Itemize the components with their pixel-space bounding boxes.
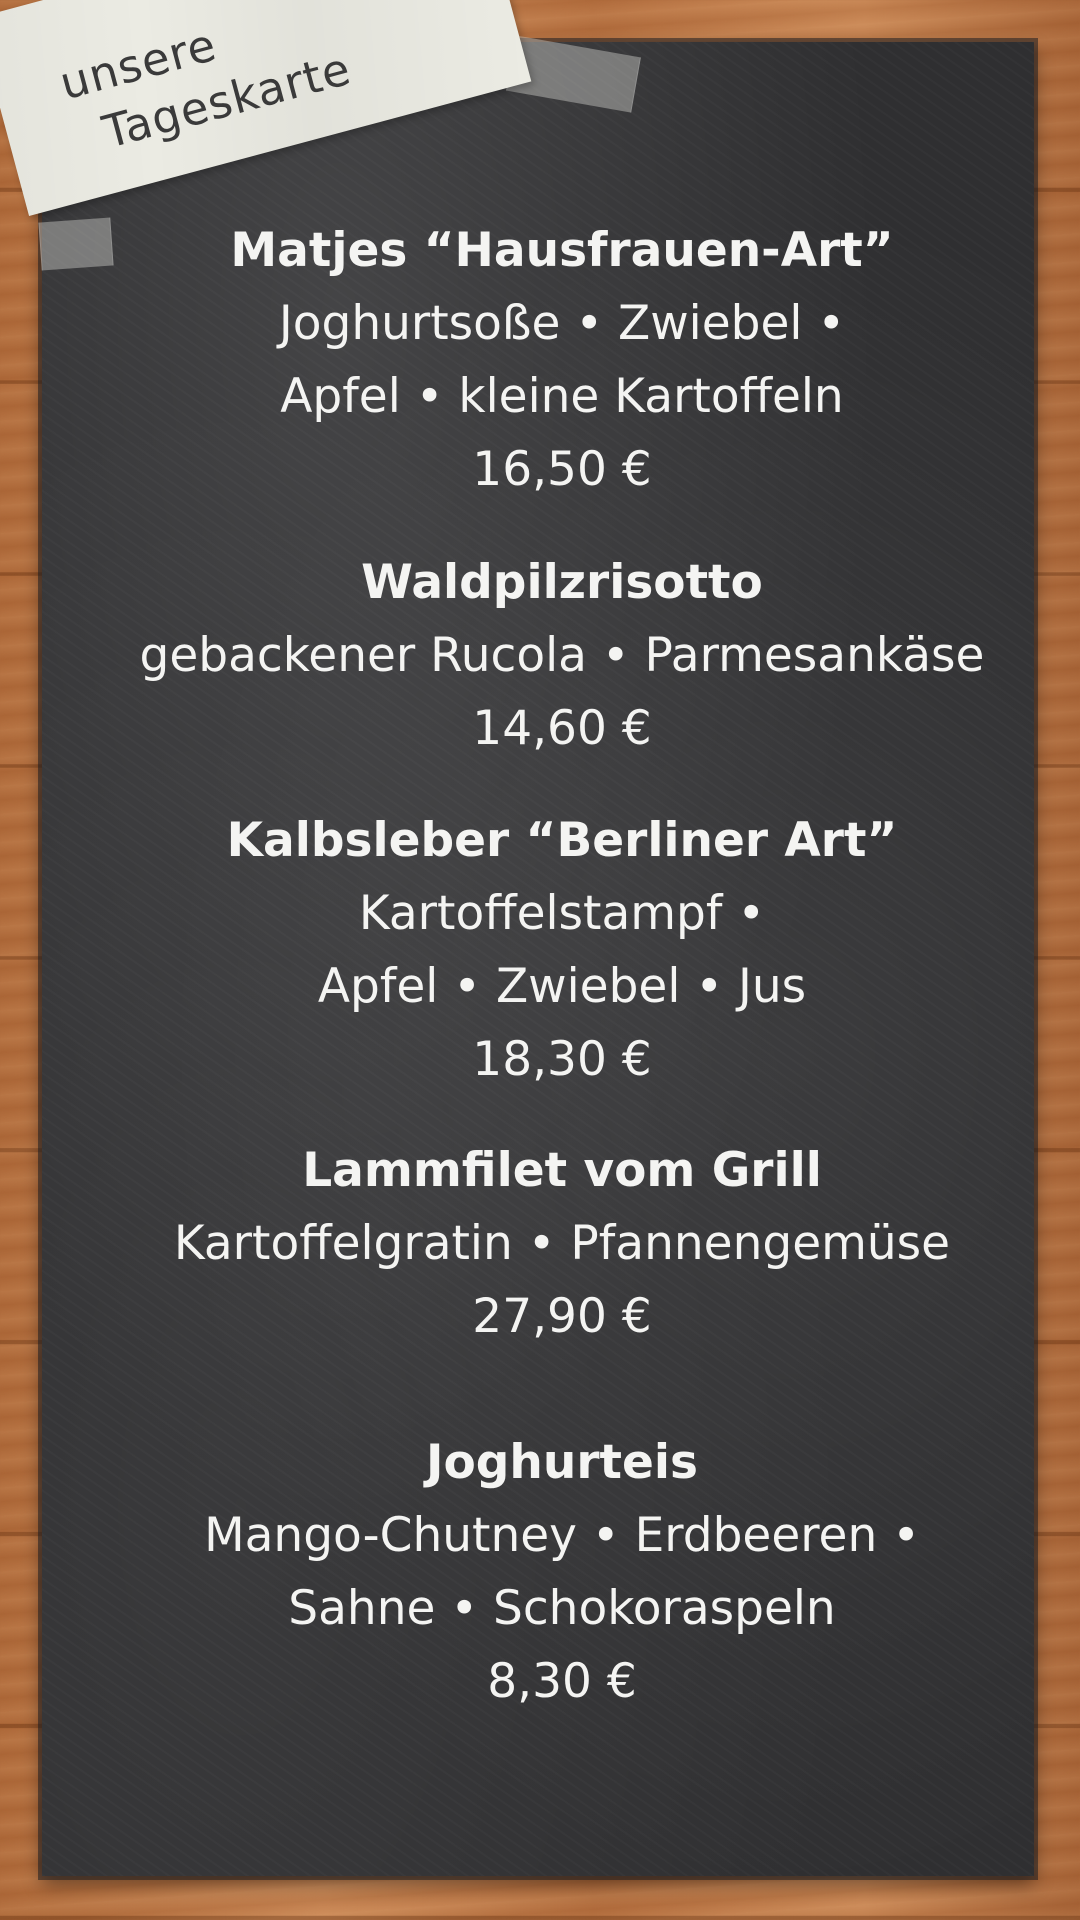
dish-price: 16,50 € <box>472 442 652 497</box>
dish-name: Kalbsleber “Berliner Art” <box>226 813 898 868</box>
dish-price: 18,30 € <box>472 1032 652 1087</box>
dish-description: Joghurtsoße • Zwiebel • <box>278 296 846 351</box>
dish-description: Kartoffelstampf • <box>358 886 766 941</box>
dish-price: 8,30 € <box>487 1654 637 1709</box>
dish-description: Apfel • kleine Kartoffeln <box>280 369 844 424</box>
dish-description: Mango-Chutney • Erdbeeren • <box>204 1508 920 1563</box>
menu-item: Lammfilet vom Grill Kartoffelgratin • Pf… <box>42 1134 1080 1353</box>
menu-item: Joghurteis Mango-Chutney • Erdbeeren • S… <box>42 1426 1080 1718</box>
dish-name: Waldpilzrisotto <box>361 555 763 610</box>
dish-name: Lammfilet vom Grill <box>302 1143 822 1198</box>
dish-price: 27,90 € <box>472 1289 652 1344</box>
menu-item: Waldpilzrisotto gebackener Rucola • Parm… <box>42 546 1080 765</box>
dish-name: Joghurteis <box>426 1435 698 1490</box>
dish-description: Apfel • Zwiebel • Jus <box>317 959 807 1014</box>
menu-item: Kalbsleber “Berliner Art” Kartoffelstamp… <box>42 804 1080 1096</box>
dish-description: Kartoffelgratin • Pfannengemüse <box>173 1216 951 1271</box>
dish-name: Matjes “Hausfrauen-Art” <box>230 223 894 278</box>
dish-price: 14,60 € <box>472 701 652 756</box>
dish-description: Sahne • Schokoraspeln <box>288 1581 836 1636</box>
menu-item: Matjes “Hausfrauen-Art” Joghurtsoße • Zw… <box>42 214 1080 506</box>
dish-description: gebackener Rucola • Parmesankäse <box>139 628 985 683</box>
